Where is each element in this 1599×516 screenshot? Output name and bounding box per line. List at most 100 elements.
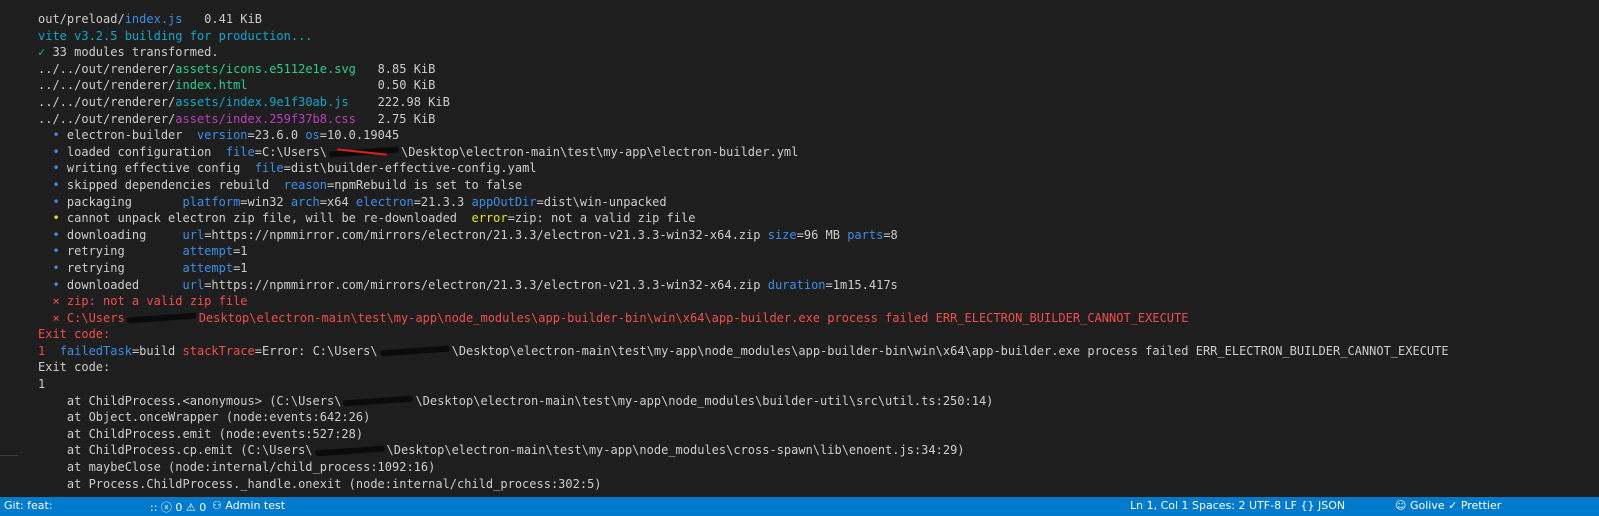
terminal-text: • bbox=[38, 144, 67, 159]
terminal-line: at ChildProcess.cp.emit (C:\Users\ \Deskt… bbox=[38, 442, 1449, 459]
redaction-scribble bbox=[313, 445, 387, 457]
terminal-line: vite v3.2.5 building for production... bbox=[38, 28, 1449, 45]
terminal-text: assets/index.9e1f30ab.js bbox=[175, 94, 349, 109]
terminal-panel[interactable]: out/preload/index.js 0.41 KiB vite v3.2.5… bbox=[18, 0, 1599, 497]
terminal-text: =C:\Users\ bbox=[254, 144, 328, 159]
terminal-text: • bbox=[38, 161, 67, 176]
terminal-line: • loaded configuration file=C:\Users\ \De… bbox=[38, 144, 1449, 161]
terminal-text: \Desktop\electron-main\test\my-app\elect… bbox=[401, 144, 799, 159]
terminal-text: ../../out/renderer/ bbox=[38, 61, 176, 76]
terminal-text: • bbox=[38, 177, 67, 192]
terminal-text: attempt bbox=[182, 260, 234, 275]
status-problems[interactable]: :: ⓧ 0 ⚠ 0 bbox=[150, 499, 206, 515]
terminal-text: at ChildProcess.emit (node:events:527:28… bbox=[38, 426, 364, 441]
terminal-text: reason bbox=[283, 177, 328, 192]
terminal-line: • retrying attempt=1 bbox=[38, 243, 1449, 260]
terminal-text: electron bbox=[355, 194, 414, 209]
terminal-text: at maybeClose (node:internal/child_proce… bbox=[38, 460, 436, 475]
terminal-text: =zip: not a valid zip file bbox=[507, 211, 696, 226]
terminal-text: 0.50 KiB bbox=[247, 78, 436, 93]
status-bar: Git: feat: :: ⓧ 0 ⚠ 0 ⚇ Admin test Ln 1,… bbox=[0, 497, 1599, 516]
terminal-text: Exit code: bbox=[38, 360, 111, 375]
terminal-text: packaging bbox=[66, 194, 183, 209]
terminal-line: ../../out/renderer/index.html 0.50 KiB bbox=[38, 77, 1449, 94]
terminal-text: =23.6.0 bbox=[247, 128, 306, 143]
terminal-text: 1 bbox=[38, 377, 46, 392]
terminal-text: parts bbox=[847, 227, 884, 242]
terminal-text: electron-builder bbox=[66, 128, 197, 143]
status-branch[interactable]: Git: feat: bbox=[4, 499, 53, 512]
terminal-text: writing effective config bbox=[66, 161, 255, 176]
terminal-text: index.js bbox=[124, 12, 183, 26]
terminal-text: 0.41 KiB bbox=[182, 12, 262, 26]
terminal-line: • skipped dependencies rebuild reason=np… bbox=[38, 177, 1449, 194]
terminal-text: =https://npmmirror.com/mirrors/electron/… bbox=[204, 227, 768, 242]
terminal-text: ../../out/renderer/ bbox=[38, 78, 176, 93]
terminal-text: downloaded bbox=[66, 277, 183, 292]
terminal-text: downloading bbox=[66, 227, 183, 242]
terminal-text: ⨯ C:\Users bbox=[38, 310, 125, 325]
terminal-text: 1 bbox=[38, 343, 60, 358]
terminal-text: =dist\win-unpacked bbox=[536, 194, 667, 209]
terminal-text: =https://npmmirror.com/mirrors/electron/… bbox=[204, 277, 768, 292]
terminal-line: at Process.ChildProcess._handle.onexit (… bbox=[38, 476, 1449, 493]
terminal-text: =96 MB bbox=[796, 227, 848, 242]
terminal-line: at Object.onceWrapper (node:events:642:2… bbox=[38, 409, 1449, 426]
terminal-text: 2.75 KiB bbox=[355, 111, 436, 126]
redaction-scribble bbox=[341, 395, 415, 407]
terminal-text: =win32 bbox=[240, 194, 291, 209]
terminal-text: • bbox=[38, 211, 67, 226]
terminal-text: url bbox=[182, 227, 205, 242]
terminal-text: url bbox=[182, 277, 205, 292]
redaction-scribble bbox=[378, 345, 452, 357]
status-editor-info[interactable]: Ln 1, Col 1 Spaces: 2 UTF-8 LF {} JSON bbox=[1130, 499, 1345, 512]
terminal-text: =1m15.417s bbox=[825, 277, 898, 292]
terminal-text: =build bbox=[131, 343, 183, 358]
terminal-text: • bbox=[38, 194, 67, 209]
terminal-text: failedTask bbox=[59, 343, 132, 358]
terminal-text: ../../out/renderer/ bbox=[38, 111, 176, 126]
terminal-line: • retrying attempt=1 bbox=[38, 260, 1449, 277]
terminal-text: version bbox=[196, 128, 248, 143]
status-account[interactable]: ⚇ Admin test bbox=[212, 499, 285, 512]
terminal-output: out/preload/index.js 0.41 KiB vite v3.2.5… bbox=[38, 11, 1449, 492]
terminal-text: error bbox=[471, 211, 508, 226]
terminal-text: out/preload/ bbox=[38, 12, 125, 26]
terminal-text: =x64 bbox=[319, 194, 356, 209]
terminal-text: =8 bbox=[883, 227, 898, 242]
terminal-line: at maybeClose (node:internal/child_proce… bbox=[38, 459, 1449, 476]
terminal-line: at ChildProcess.emit (node:events:527:28… bbox=[38, 426, 1449, 443]
terminal-text: at Process.ChildProcess._handle.onexit (… bbox=[38, 476, 602, 491]
terminal-text: assets/icons.e5112e1e.svg bbox=[175, 61, 356, 76]
terminal-text: appOutDir bbox=[471, 194, 537, 209]
terminal-line: • cannot unpack electron zip file, will … bbox=[38, 210, 1449, 227]
terminal-line: ⨯ C:\Users Desktop\electron-main\test\my-… bbox=[38, 310, 1449, 327]
terminal-text: • bbox=[38, 277, 67, 292]
terminal-text: loaded configuration bbox=[66, 144, 226, 159]
terminal-text: • bbox=[38, 128, 67, 143]
terminal-line: ../../out/renderer/assets/index.259f37b8… bbox=[38, 111, 1449, 128]
terminal-text: stackTrace bbox=[182, 343, 255, 358]
terminal-text: 33 modules transformed. bbox=[45, 45, 219, 60]
terminal-text: index.html bbox=[175, 78, 248, 93]
status-extensions[interactable]: ☺ Golive ✓ Prettier bbox=[1395, 499, 1501, 512]
terminal-line: ../../out/renderer/assets/index.9e1f30ab… bbox=[38, 94, 1449, 111]
terminal-text: retrying bbox=[66, 244, 183, 259]
terminal-line: • downloaded url=https://npmmirror.com/m… bbox=[38, 277, 1449, 294]
terminal-text: =Error: C:\Users\ bbox=[254, 343, 378, 358]
terminal-line: Exit code: bbox=[38, 359, 1449, 376]
terminal-text: \Desktop\electron-main\test\my-app\node_… bbox=[415, 393, 994, 408]
terminal-text: attempt bbox=[182, 244, 234, 259]
terminal-text: file bbox=[254, 161, 284, 176]
terminal-text: file bbox=[225, 144, 255, 159]
terminal-text: 8.85 KiB bbox=[355, 61, 436, 76]
terminal-line: 1 failedTask=build stackTrace=Error: C:\… bbox=[38, 343, 1449, 360]
terminal-text: =1 bbox=[233, 244, 248, 259]
terminal-text: vite v3.2.5 building for production... bbox=[38, 28, 313, 43]
terminal-text: =1 bbox=[233, 260, 248, 275]
terminal-text: platform bbox=[182, 194, 241, 209]
terminal-text: =10.0.19045 bbox=[319, 128, 400, 143]
terminal-line: out/preload/index.js 0.41 KiB bbox=[38, 11, 1449, 28]
terminal-line: ✓ 33 modules transformed. bbox=[38, 44, 1449, 61]
redaction-scribble bbox=[125, 312, 199, 324]
